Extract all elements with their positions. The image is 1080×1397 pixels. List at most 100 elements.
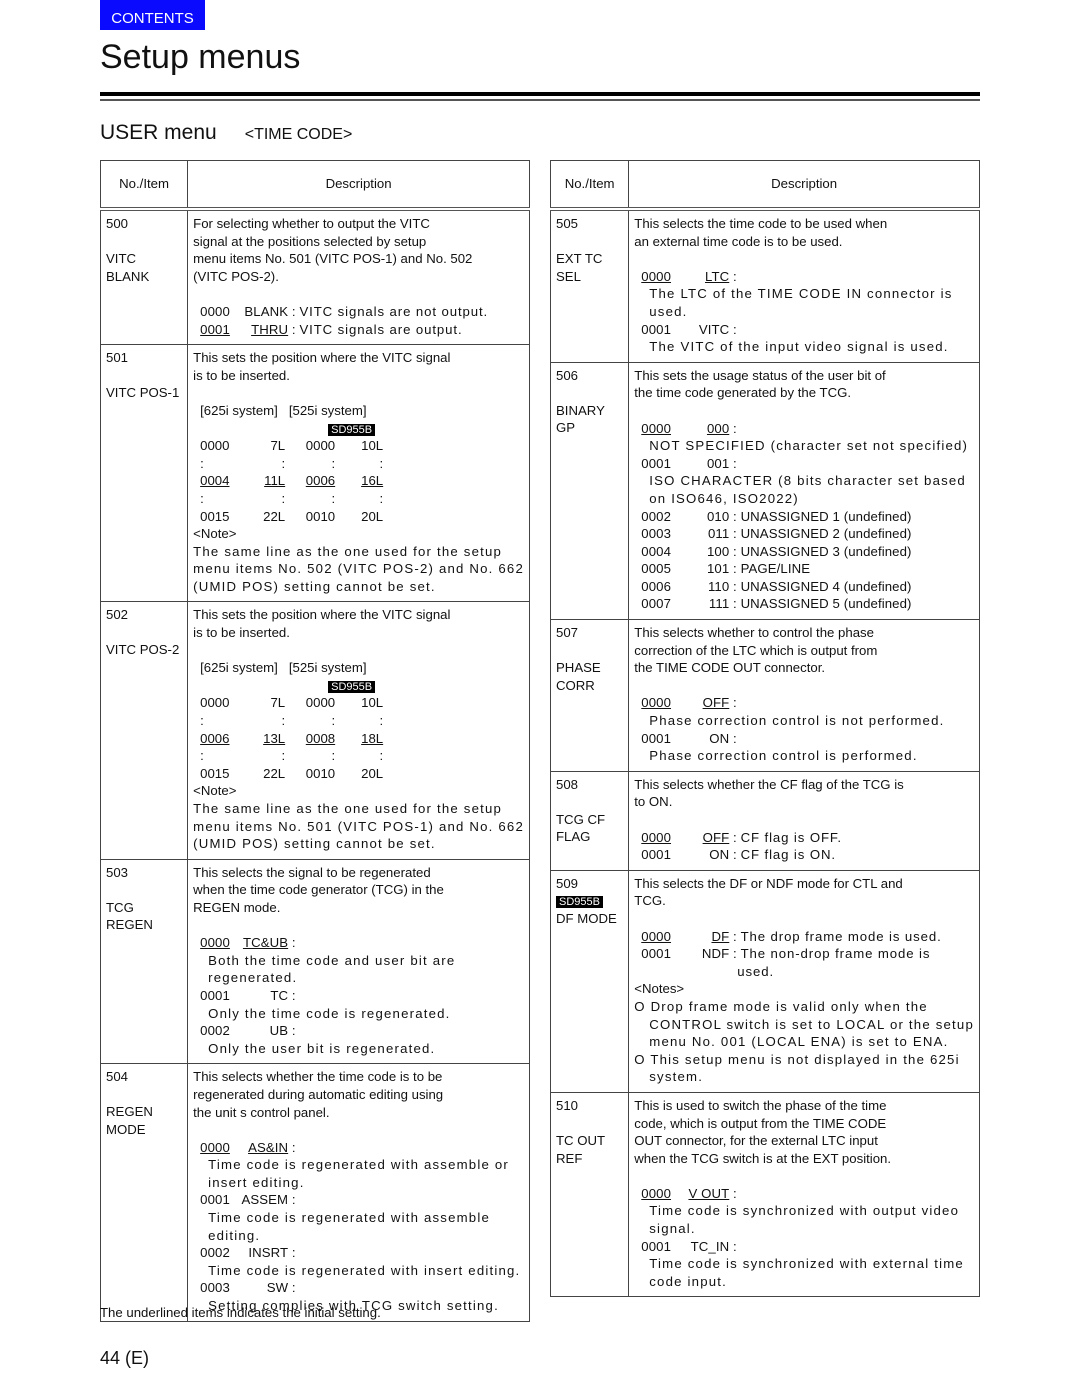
header-description: Description [628, 160, 980, 211]
item-name: VITC BLANK [106, 251, 150, 284]
grid-cell: 22L [263, 508, 286, 524]
item-description-cell: This selects the signal to be regenerate… [187, 859, 530, 1065]
note-line: CONTROL switch is set to LOCAL or the se… [649, 1016, 974, 1032]
option-code: 0001 [200, 1192, 230, 1208]
item-description-cell: This is used to switch the phase of the … [628, 1092, 980, 1298]
item-name: BINARY GP [556, 402, 605, 436]
option-code: 0006 [641, 578, 672, 594]
option-colon: : [729, 695, 737, 711]
grid-cell: 20L [361, 508, 384, 524]
description-line: an external time code is to be used. [634, 233, 843, 249]
option: 0006 110 : UNASSIGNED 4 (undefined) [634, 578, 974, 596]
option-label-wrap: THRU [240, 321, 288, 339]
option-text: UNASSIGNED 4 (undefined) [740, 578, 912, 594]
menu-item-row: 510 TC OUT REF This is used to switch the … [549, 1092, 980, 1298]
system-labels: [625i system] [525i system] [200, 402, 367, 418]
option: 0000 OFF : CF flag is OFF. [634, 829, 974, 847]
grid-cell: : [281, 455, 286, 471]
option-label: OFF [702, 829, 730, 845]
item-number-line: 507 [556, 624, 623, 659]
grid-cell: : [331, 490, 336, 506]
item-number-cell: 504 REGEN MODE [99, 1063, 189, 1322]
grid-cell: 0010 [305, 508, 336, 524]
option-code: 0001 [641, 321, 672, 337]
menu-table-right-body: 505 EXT TC SEL This selects the time code … [549, 209, 980, 1298]
option-detail: Both the time code and user bit are [208, 952, 456, 968]
option-text: UNASSIGNED 1 (undefined) [740, 508, 912, 524]
option-text-cont: used. [737, 963, 775, 979]
option-code: 0000 [200, 935, 230, 951]
item-number-line: 504 [106, 1068, 182, 1103]
description-line: regenerated during automatic editing usi… [193, 1086, 444, 1102]
description-line: TCG. [634, 893, 666, 909]
option-label-wrap: UB [240, 1022, 288, 1040]
badge-row: SD955B [193, 420, 524, 438]
option-label: ON [709, 847, 730, 863]
menu-item-row: 509 SD955B DF MODE This selects the DF or … [549, 870, 980, 1093]
menu-item-row: 503 TCG REGEN This selects the signal to b… [99, 859, 530, 1065]
grid-row: 0000 7L 0000 10L [200, 437, 524, 455]
option: 0001 NDF : The non-drop frame mode is [634, 945, 974, 963]
option-colon: : [729, 543, 741, 559]
footnote: The underlined items indicates the initi… [100, 1305, 381, 1320]
note-line: The same line as the one used for the se… [193, 543, 503, 559]
description-line: the time code generated by the TCG. [634, 385, 852, 401]
grid-cell: 20L [361, 765, 384, 781]
grid-cell: 0010 [305, 765, 336, 781]
option-label: TC_IN [690, 1238, 730, 1254]
option-label: VITC [698, 321, 730, 337]
option-label-wrap: 001 [681, 455, 729, 473]
description-line: This sets the usage status of the user b… [634, 367, 886, 383]
grid-cell: 0006 [200, 730, 230, 746]
option-colon: : [288, 1139, 296, 1155]
option: 0001 VITC : [634, 321, 974, 339]
grid-cell: : [331, 748, 336, 764]
option: 0001 ASSEM : [193, 1191, 524, 1209]
item-number: 509 [556, 875, 579, 891]
description: This selects the time code to be used wh… [634, 215, 974, 356]
grid-cell: : [379, 490, 384, 506]
description: This sets the position where the VITC si… [193, 349, 524, 595]
contents-button[interactable]: CONTENTS [100, 0, 205, 30]
description-line: menu items No. 501 (VITC POS-1) and No. … [193, 251, 473, 267]
option-colon: : [288, 303, 300, 319]
option-text: UNASSIGNED 2 (undefined) [740, 526, 912, 542]
grid-cell: 11L [264, 473, 286, 489]
system-labels: [625i system] [525i system] [200, 660, 367, 676]
description-line: code, which is output from the TIME CODE [634, 1115, 887, 1131]
option-label-wrap: 111 [681, 595, 729, 613]
option-colon: : [729, 730, 737, 746]
description-line: is to be inserted. [193, 625, 290, 641]
option-detail: Only the time code is regenerated. [208, 1005, 451, 1021]
grid-cell: : [331, 713, 336, 729]
option-label-wrap: ON [681, 846, 729, 864]
option-label: NDF [701, 946, 730, 962]
grid-cell: : [200, 490, 204, 506]
option-label-wrap: 110 [681, 578, 729, 596]
option-colon: : [729, 928, 741, 944]
option: 0000 V OUT : [634, 1185, 974, 1203]
page-title: Setup menus [100, 38, 301, 76]
grid-cell: 16L [361, 473, 384, 489]
grid-cell: : [379, 455, 384, 471]
item-number-line: 501 [106, 349, 182, 384]
option-label-wrap: 010 [681, 508, 729, 526]
item-number-cell: 500 VITC BLANK [99, 209, 189, 346]
option: 0004 100 : UNASSIGNED 3 (undefined) [634, 543, 974, 561]
option-label-wrap: TC&UB [240, 934, 288, 952]
option: 0000 DF : The drop frame mode is used. [634, 928, 974, 946]
option-label: AS&IN [248, 1139, 289, 1155]
option-text: UNASSIGNED 5 (undefined) [740, 596, 912, 612]
option-text: The drop frame mode is used. [740, 928, 942, 944]
option-colon: : [729, 578, 741, 594]
menu-table-left: No./Item Description 500 VITC BLANK For se… [99, 160, 530, 1322]
option: 0001 ON : [634, 730, 974, 748]
notes-label: <Notes> [634, 981, 685, 997]
option-label: 011 [707, 526, 730, 542]
option-code: 0002 [641, 508, 672, 524]
option-code: 0001 [641, 730, 672, 746]
option-code: 0003 [200, 1280, 230, 1296]
